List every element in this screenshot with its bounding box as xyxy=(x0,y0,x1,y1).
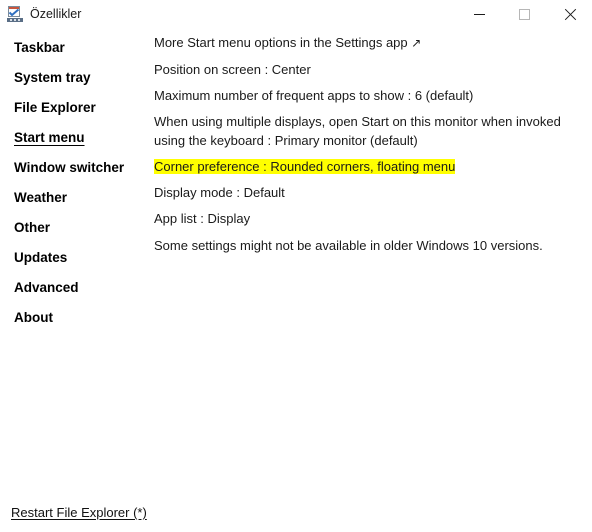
setting-position-on-screen[interactable]: Position on screen : Center xyxy=(154,60,574,79)
sidebar-item-weather[interactable]: Weather xyxy=(0,183,150,213)
sidebar: Taskbar System tray File Explorer Start … xyxy=(0,33,150,333)
setting-more-start-menu-options[interactable]: More Start menu options in the Settings … xyxy=(154,33,574,53)
close-icon xyxy=(564,9,576,21)
setting-more-start-menu-options-label: More Start menu options in the Settings … xyxy=(154,35,408,50)
sidebar-item-advanced[interactable]: Advanced xyxy=(0,273,150,303)
minimize-icon xyxy=(474,14,485,15)
sidebar-item-window-switcher[interactable]: Window switcher xyxy=(0,153,150,183)
maximize-icon xyxy=(519,9,530,20)
properties-window-icon xyxy=(7,6,23,22)
sidebar-item-start-menu[interactable]: Start menu xyxy=(0,123,150,153)
maximize-button[interactable] xyxy=(502,0,547,29)
sidebar-item-updates[interactable]: Updates xyxy=(0,243,150,273)
window-title: Özellikler xyxy=(30,7,82,21)
setting-display-mode[interactable]: Display mode : Default xyxy=(154,183,574,202)
title-bar: Özellikler xyxy=(0,0,592,29)
setting-max-frequent-apps[interactable]: Maximum number of frequent apps to show … xyxy=(154,86,574,105)
setting-corner-preference[interactable]: Corner preference : Rounded corners, flo… xyxy=(154,157,574,176)
restart-file-explorer-link[interactable]: Restart File Explorer (*) xyxy=(11,505,147,520)
setting-corner-preference-label: Corner preference : Rounded corners, flo… xyxy=(154,159,456,174)
sidebar-item-taskbar[interactable]: Taskbar xyxy=(0,33,150,63)
minimize-button[interactable] xyxy=(457,0,502,29)
close-button[interactable] xyxy=(547,0,592,29)
external-link-arrow-icon: ↗ xyxy=(411,36,422,50)
settings-panel: More Start menu options in the Settings … xyxy=(154,33,574,262)
sidebar-item-about[interactable]: About xyxy=(0,303,150,333)
compatibility-note: Some settings might not be available in … xyxy=(154,238,543,253)
title-bar-left: Özellikler xyxy=(0,0,81,22)
sidebar-item-file-explorer[interactable]: File Explorer xyxy=(0,93,150,123)
setting-app-list[interactable]: App list : Display xyxy=(154,209,574,228)
sidebar-item-system-tray[interactable]: System tray xyxy=(0,63,150,93)
window-controls xyxy=(457,0,592,29)
sidebar-item-other[interactable]: Other xyxy=(0,213,150,243)
setting-multiple-displays[interactable]: When using multiple displays, open Start… xyxy=(154,112,568,150)
